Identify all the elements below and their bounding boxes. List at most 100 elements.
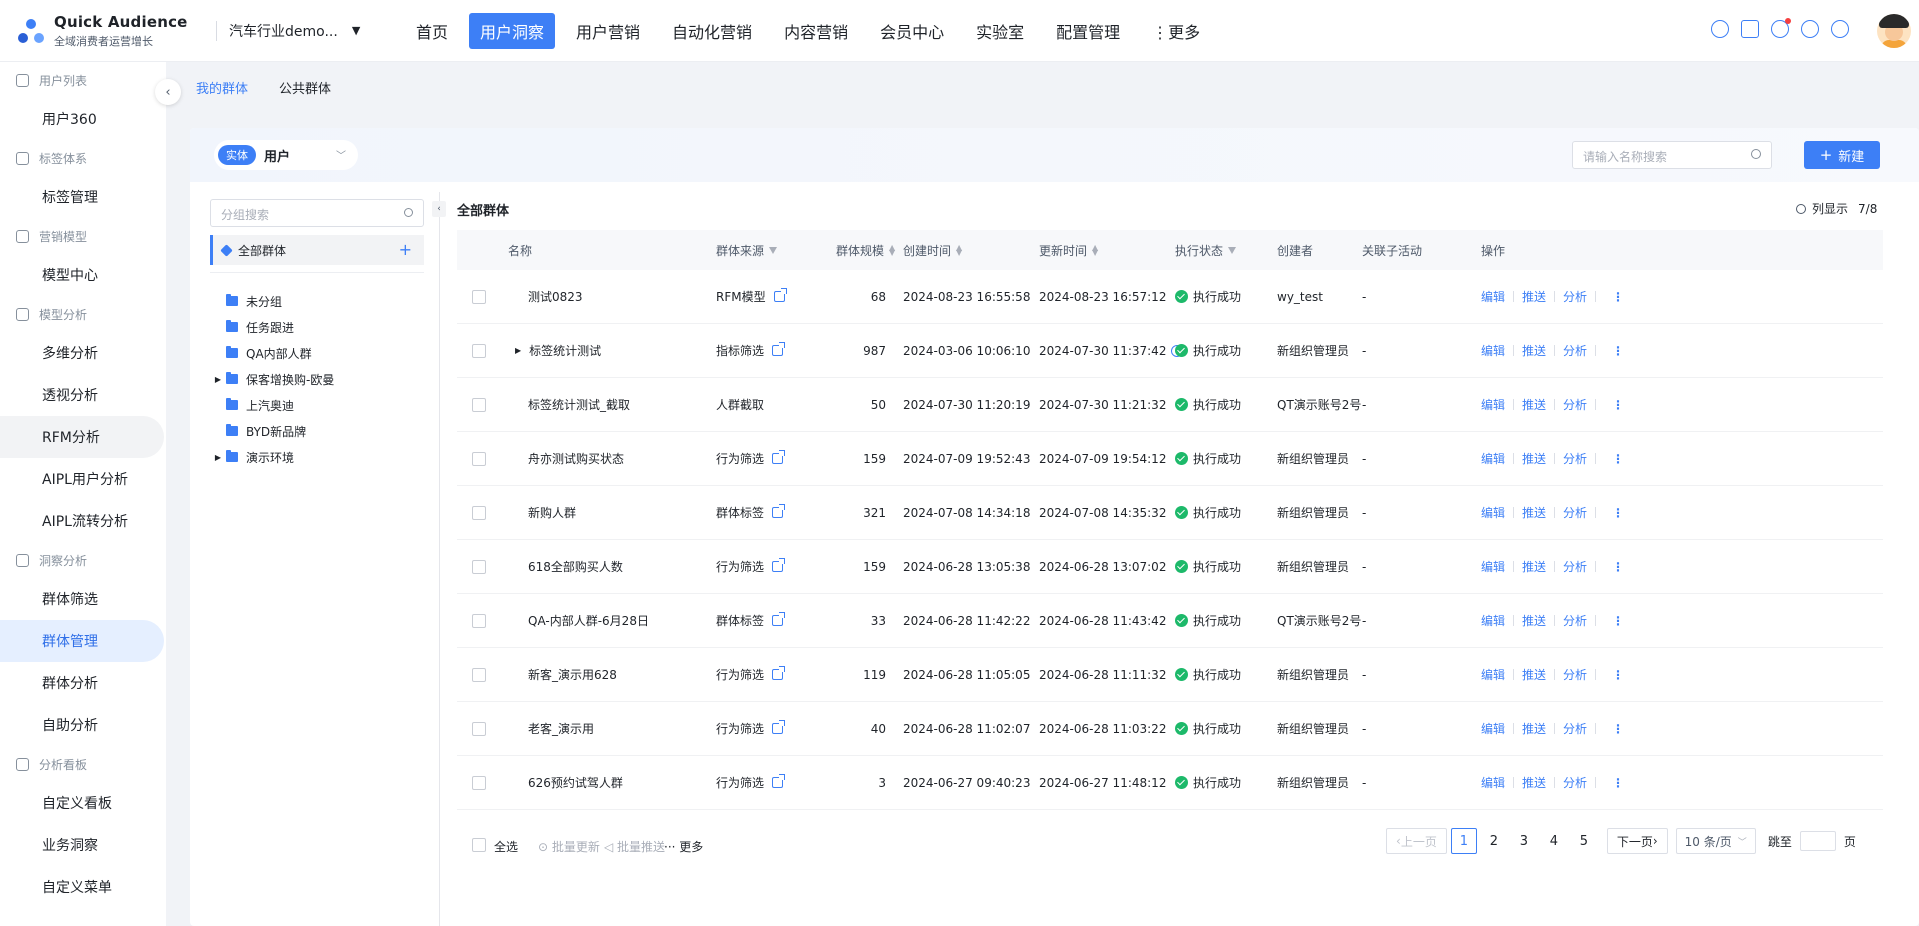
app-logo[interactable]: Quick Audience 全域消费者运营增长: [16, 13, 196, 49]
push-button[interactable]: 推送: [1522, 504, 1546, 521]
edit-button[interactable]: 编辑: [1481, 720, 1505, 737]
sidebar-item-aipl-flow-analysis[interactable]: AIPL流转分析: [0, 500, 166, 542]
row-name[interactable]: 新客_演示用628: [528, 666, 617, 683]
external-link-icon[interactable]: [772, 774, 786, 788]
edit-button[interactable]: 编辑: [1481, 774, 1505, 791]
batch-update-button[interactable]: ⊙ 批量更新: [538, 838, 600, 855]
edit-button[interactable]: 编辑: [1481, 558, 1505, 575]
batch-push-button[interactable]: ◁ 批量推送: [604, 838, 665, 855]
more-actions-button[interactable]: ··· 更多: [664, 838, 703, 855]
group-all-item[interactable]: 全部群体 +: [210, 235, 424, 265]
tab-my-groups[interactable]: 我的群体: [196, 78, 248, 97]
analyze-button[interactable]: 分析: [1563, 774, 1587, 791]
push-button[interactable]: 推送: [1522, 342, 1546, 359]
sidebar-item-tag-management[interactable]: 标签管理: [0, 176, 166, 218]
edit-button[interactable]: 编辑: [1481, 504, 1505, 521]
col-created[interactable]: 创建时间 ▲ ▼: [903, 230, 962, 270]
question-icon[interactable]: [1801, 20, 1819, 38]
sidebar-collapse-button[interactable]: ‹: [155, 79, 181, 105]
row-name[interactable]: 标签统计测试: [529, 342, 601, 359]
row-name[interactable]: 新购人群: [528, 504, 576, 521]
edit-button[interactable]: 编辑: [1481, 288, 1505, 305]
col-size[interactable]: 群体规模 ▲ ▼: [836, 230, 895, 270]
page-2[interactable]: 2: [1481, 828, 1507, 854]
sidebar-item-multi-dim-analysis[interactable]: 多维分析: [0, 332, 166, 374]
external-link-icon[interactable]: [772, 720, 786, 734]
group-search-input[interactable]: 分组搜索: [210, 199, 424, 227]
push-button[interactable]: 推送: [1522, 396, 1546, 413]
edit-button[interactable]: 编辑: [1481, 612, 1505, 629]
push-button[interactable]: 推送: [1522, 666, 1546, 683]
analyze-button[interactable]: 分析: [1563, 720, 1587, 737]
search-input[interactable]: 请输入名称搜索: [1572, 141, 1772, 169]
nav-user-marketing[interactable]: 用户营销: [565, 13, 651, 49]
row-name[interactable]: 618全部购买人数: [528, 558, 623, 575]
row-checkbox[interactable]: [472, 397, 486, 412]
analyze-button[interactable]: 分析: [1563, 450, 1587, 467]
analyze-button[interactable]: 分析: [1563, 342, 1587, 359]
sidebar-item-pivot-analysis[interactable]: 透视分析: [0, 374, 166, 416]
sidebar-item-business-insight[interactable]: 业务洞察: [0, 824, 166, 866]
analyze-button[interactable]: 分析: [1563, 558, 1587, 575]
analyze-button[interactable]: 分析: [1563, 666, 1587, 683]
sidebar-item-custom-menu[interactable]: 自定义菜单: [0, 866, 166, 908]
col-source[interactable]: 群体来源: [716, 230, 778, 270]
tab-public-groups[interactable]: 公共群体: [279, 78, 331, 97]
row-name[interactable]: QA-内部人群-6月28日: [528, 612, 649, 629]
nav-member-center[interactable]: 会员中心: [869, 13, 955, 49]
table-row[interactable]: 老客_演示用 行为筛选 40 2024-06-28 11:02:07 2024-06-2…: [457, 702, 1883, 756]
sidebar-item-custom-dashboard[interactable]: 自定义看板: [0, 782, 166, 824]
push-button[interactable]: 推送: [1522, 558, 1546, 575]
tree-item[interactable]: ▶ 演示环境: [210, 445, 294, 469]
push-button[interactable]: 推送: [1522, 720, 1546, 737]
more-vertical-icon[interactable]: ⋮: [1612, 668, 1624, 682]
help-circle-icon[interactable]: [1711, 20, 1729, 38]
more-vertical-icon[interactable]: ⋮: [1612, 560, 1624, 574]
more-vertical-icon[interactable]: ⋮: [1612, 722, 1624, 736]
more-vertical-icon[interactable]: ⋮: [1612, 344, 1624, 358]
row-checkbox[interactable]: [472, 667, 486, 682]
tree-item[interactable]: BYD新品牌: [210, 419, 306, 443]
more-vertical-icon[interactable]: ⋮: [1612, 452, 1624, 466]
col-status[interactable]: 执行状态: [1175, 230, 1237, 270]
edit-button[interactable]: 编辑: [1481, 342, 1505, 359]
table-row[interactable]: 舟亦测试购买状态 行为筛选 159 2024-07-09 19:52:43 2024-0…: [457, 432, 1883, 486]
row-checkbox[interactable]: [472, 613, 486, 628]
table-row[interactable]: QA-内部人群-6月28日 群体标签 33 2024-06-28 11:42:22 20…: [457, 594, 1883, 648]
external-link-icon[interactable]: [772, 342, 786, 356]
column-display-button[interactable]: 列显示 7/8: [1796, 200, 1877, 217]
tree-item[interactable]: 上汽奥迪: [210, 393, 294, 417]
more-vertical-icon[interactable]: ⋮: [1612, 290, 1624, 304]
row-checkbox[interactable]: [472, 775, 486, 790]
table-row[interactable]: 618全部购买人数 行为筛选 159 2024-06-28 13:05:38 2024-…: [457, 540, 1883, 594]
external-link-icon[interactable]: [773, 288, 787, 302]
row-checkbox[interactable]: [472, 559, 486, 574]
row-checkbox[interactable]: [472, 721, 486, 736]
nav-automation-marketing[interactable]: 自动化营销: [661, 13, 763, 49]
sidebar-item-group-filter[interactable]: 群体筛选: [0, 578, 166, 620]
sidebar-item-user360[interactable]: 用户360: [0, 98, 166, 140]
tree-item[interactable]: 任务跟进: [210, 315, 294, 339]
org-selector[interactable]: 汽车行业demo... ▼: [216, 20, 391, 41]
add-group-icon[interactable]: +: [399, 240, 412, 259]
edit-button[interactable]: 编辑: [1481, 396, 1505, 413]
nav-home[interactable]: 首页: [405, 13, 459, 49]
row-name[interactable]: 626预约试驾人群: [528, 774, 623, 791]
sidebar-item-model-center[interactable]: 模型中心: [0, 254, 166, 296]
tree-item[interactable]: 未分组: [210, 289, 282, 313]
caret-right-icon[interactable]: ▶: [210, 375, 226, 384]
table-row[interactable]: 新购人群 群体标签 321 2024-07-08 14:34:18 2024-07-08…: [457, 486, 1883, 540]
nav-content-marketing[interactable]: 内容营销: [773, 13, 859, 49]
row-name[interactable]: 测试0823: [528, 288, 583, 305]
row-checkbox[interactable]: [472, 451, 486, 466]
select-all-checkbox[interactable]: [472, 838, 486, 852]
col-updated[interactable]: 更新时间 ▲ ▼: [1039, 230, 1098, 270]
nav-more[interactable]: ⋮更多: [1141, 13, 1211, 49]
more-vertical-icon[interactable]: ⋮: [1612, 614, 1624, 628]
table-row[interactable]: 标签统计测试_截取 人群截取 50 2024-07-30 11:20:19 2024-0…: [457, 378, 1883, 432]
row-checkbox[interactable]: [472, 343, 486, 358]
filter-icon[interactable]: [769, 246, 778, 254]
analyze-button[interactable]: 分析: [1563, 612, 1587, 629]
sidebar-item-group-management[interactable]: 群体管理: [0, 620, 164, 662]
external-link-icon[interactable]: [772, 450, 786, 464]
